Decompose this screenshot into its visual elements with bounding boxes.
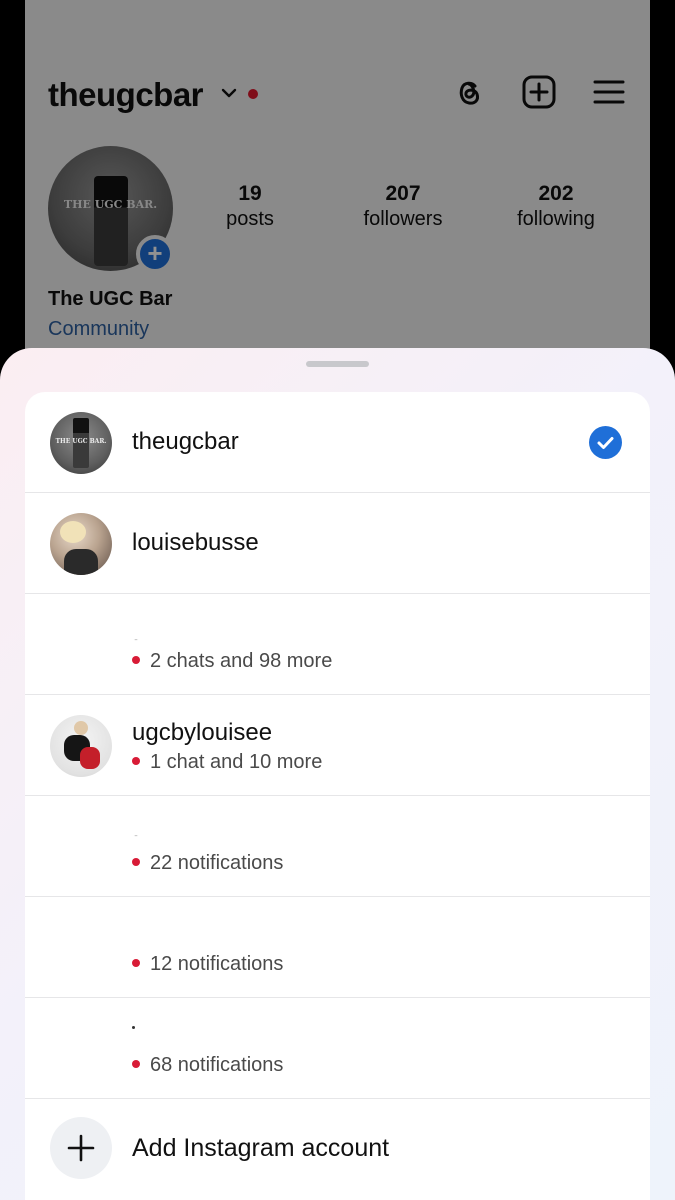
- threads-icon[interactable]: [451, 74, 487, 110]
- account-activity-text: 1 chat and 10 more: [150, 751, 323, 773]
- stat-count: 202: [538, 182, 574, 205]
- account-avatar: [50, 715, 112, 777]
- unread-dot: [132, 756, 140, 765]
- add-account-label[interactable]: Add Instagram account: [132, 1134, 389, 1163]
- account-activity-text: 12 notifications: [150, 953, 284, 975]
- plus-icon: [67, 1134, 95, 1162]
- account-activity: 2 chats and 98 more: [132, 650, 332, 673]
- account-row-hidden-1[interactable]: · 2 chats and 98 more: [25, 594, 650, 695]
- stat-following[interactable]: 202 following: [486, 182, 626, 231]
- unread-dot: [132, 1059, 140, 1068]
- profile-display-name: The UGC Bar: [48, 288, 173, 310]
- stat-label: following: [517, 208, 595, 230]
- account-username-obscured: ·: [132, 820, 140, 847]
- profile-username-title[interactable]: theugcbar: [48, 76, 204, 114]
- account-avatar: [50, 513, 112, 575]
- add-account-button[interactable]: [50, 1117, 112, 1179]
- stat-label: followers: [363, 208, 443, 230]
- account-list: THE UGC BAR. theugcbar louisebusse · 2 c…: [25, 392, 650, 1200]
- menu-icon[interactable]: [591, 74, 627, 110]
- account-activity: 12 notifications: [132, 953, 283, 976]
- avatar-logo-text: THE UGC BAR.: [55, 438, 107, 445]
- avatar-logo-text: THE UGC BAR.: [63, 198, 158, 211]
- account-row-hidden-2[interactable]: · 22 notifications: [25, 796, 650, 897]
- new-post-icon[interactable]: [521, 74, 557, 110]
- account-switcher-sheet: THE UGC BAR. theugcbar louisebusse · 2 c…: [0, 348, 675, 1200]
- account-activity-text: 22 notifications: [150, 852, 284, 874]
- account-row-theugcbar[interactable]: THE UGC BAR. theugcbar: [25, 392, 650, 493]
- unread-dot: [132, 958, 140, 967]
- account-activity: 68 notifications: [132, 1054, 283, 1077]
- account-row-hidden-3[interactable]: 12 notifications: [25, 897, 650, 998]
- account-username: theugcbar: [132, 428, 239, 455]
- unread-dot: [132, 857, 140, 866]
- selected-check-badge: [589, 426, 622, 459]
- account-username: ugcbylouisee: [132, 719, 273, 746]
- stat-label: posts: [226, 208, 274, 230]
- account-activity: 22 notifications: [132, 852, 283, 875]
- check-icon: [597, 437, 614, 449]
- add-story-button[interactable]: +: [136, 235, 174, 273]
- chevron-down-icon[interactable]: [220, 86, 238, 100]
- notification-dot: [248, 89, 258, 99]
- stat-followers[interactable]: 207 followers: [333, 182, 473, 231]
- stat-posts[interactable]: 19 posts: [180, 182, 320, 231]
- account-activity-text: 68 notifications: [150, 1054, 284, 1076]
- account-activity-text: 2 chats and 98 more: [150, 650, 333, 672]
- account-activity: 1 chat and 10 more: [132, 751, 322, 774]
- account-row-hidden-4[interactable]: 68 notifications: [25, 998, 650, 1099]
- unread-dot: [132, 655, 140, 664]
- stat-count: 19: [238, 182, 262, 205]
- sheet-drag-handle[interactable]: [306, 361, 369, 367]
- stat-count: 207: [385, 182, 421, 205]
- account-row-louisebusse[interactable]: louisebusse: [25, 493, 650, 594]
- account-username-obscured: ·: [132, 624, 140, 651]
- account-username-obscured: [132, 1026, 135, 1029]
- account-username: louisebusse: [132, 529, 259, 556]
- profile-header: theugcbar: [25, 70, 650, 120]
- account-row-ugcbylouisee[interactable]: ugcbylouisee 1 chat and 10 more: [25, 695, 650, 796]
- account-avatar: THE UGC BAR.: [50, 412, 112, 474]
- add-account-row[interactable]: Add Instagram account: [25, 1099, 650, 1200]
- profile-category: Community: [48, 318, 150, 340]
